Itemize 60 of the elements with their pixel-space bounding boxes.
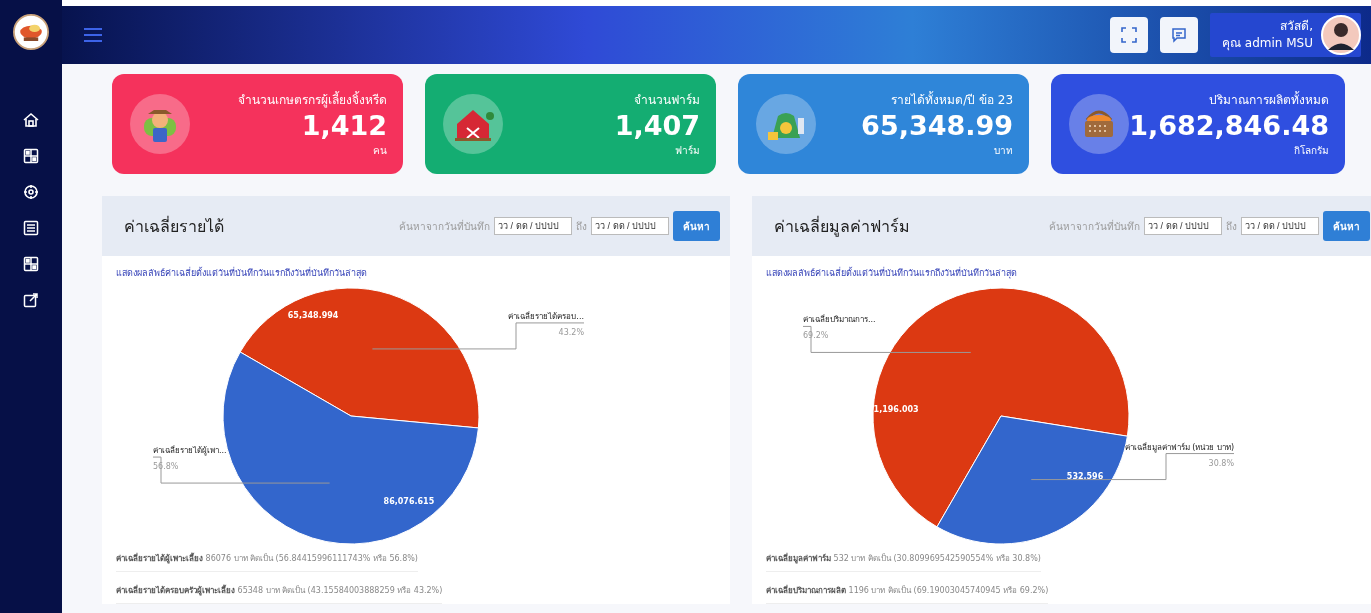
to-label: ถึง (1226, 219, 1237, 234)
date-field[interactable]: วว / ดด / ปปปป (1144, 217, 1222, 235)
slice-value-label: 532.596 (1066, 471, 1104, 481)
basket-icon (1069, 94, 1130, 154)
settings-icon[interactable] (23, 184, 39, 200)
user-panel[interactable]: สวัสดี, คุณ admin MSU (1210, 13, 1361, 57)
fullscreen-button[interactable] (1110, 17, 1148, 53)
export-icon[interactable] (23, 292, 39, 308)
search-button[interactable]: ค้นหา (673, 211, 720, 241)
avatar-icon[interactable] (1321, 15, 1361, 55)
search-button[interactable]: ค้นหา (1323, 211, 1370, 241)
date-field[interactable]: วว / ดด / ปปปป (591, 217, 669, 235)
chat-button[interactable] (1160, 17, 1198, 53)
list-icon[interactable] (23, 220, 39, 236)
farmer-icon (130, 94, 190, 154)
card-unit: ฟาร์ม (675, 144, 701, 158)
card-unit: คน (373, 144, 388, 158)
menu-icon[interactable] (84, 28, 102, 42)
card-value: 1,412 (301, 109, 388, 143)
chart-subtitle: แสดงผลลัพธ์ค่าเฉลี่ยตั้งแต่วันที่บันทึกวันแรกถึงวันที่บันทึกวันล่าสุด (766, 266, 1018, 280)
card-label: จำนวนเกษตรกรผู้เลี้ยงจิ้งหรีด (238, 90, 388, 109)
slice-percent-label: 30.8% (1208, 458, 1234, 468)
money-bag-icon (756, 94, 817, 154)
grid-icon[interactable] (23, 256, 39, 272)
greeting-text: สวัสดี, (1280, 18, 1313, 35)
card-label: รายได้ทั้งหมด/ปี ข้อ 23 (891, 90, 1014, 109)
chart-subtitle: แสดงผลลัพธ์ค่าเฉลี่ยตั้งแต่วันที่บันทึกวันแรกถึงวันที่บันทึกวันล่าสุด (116, 266, 368, 280)
summary-text: ค่าเฉลี่ยปริมาณการผลิต 1196 บาท คิดเป็น (69.19003045740945 หรือ 69.2%) (766, 584, 1049, 604)
panel-title: ค่าเฉลี่ยรายได้ (124, 215, 224, 238)
slice-value-label: 65,348.994 (287, 311, 339, 321)
summary-text: ค่าเฉลี่ยรายได้ผู้เพาะเลี้ยง 86076 บาท คิดเป็น (56.84415996111743% หรือ 56.8%) (116, 552, 418, 572)
panel-title: ค่าเฉลี่ยมูลค่าฟาร์ม (774, 215, 910, 239)
barn-icon (443, 94, 504, 154)
slice-value-label: 1,196.003 (873, 404, 919, 414)
card-value: 1,682,846.48 (1129, 109, 1329, 143)
summary-text: ค่าเฉลี่ยรายได้ครอบครัวผู้เพาะเลี้ยง 65348 บาท คิดเป็น (43.15584003888259 หรือ 43.2%) (116, 584, 443, 604)
slice-category-label: ค่าเฉลี่ยมูลค่าฟาร์ม (หน่วย บาท) (1124, 442, 1234, 452)
grid-icon[interactable] (23, 148, 39, 164)
card-label: จำนวนฟาร์ม (634, 92, 701, 109)
logo-icon (13, 14, 49, 50)
summary-text: ค่าเฉลี่ยมูลค่าฟาร์ม 532 บาท คิดเป็น (30.809969542590554% หรือ 30.8%) (766, 552, 1041, 572)
date-field[interactable]: วว / ดด / ปปปป (1241, 217, 1319, 235)
card-unit: บาท (994, 144, 1014, 158)
date-field[interactable]: วว / ดด / ปปปป (494, 217, 572, 235)
card-label: ปริมาณการผลิตทั้งหมด (1209, 90, 1329, 109)
card-value: 65,348.99 (861, 109, 1014, 143)
search-label: ค้นหาจากวันที่บันทึก (399, 218, 490, 234)
slice-value-label: 86,076.615 (383, 496, 435, 506)
user-name: คุณ admin MSU (1222, 35, 1313, 52)
slice-percent-label: 43.2% (558, 327, 584, 337)
slice-category-label: ค่าเฉลี่ยรายได้ผู้เพา... (153, 446, 227, 456)
slice-category-label: ค่าเฉลี่ยรายได้ครอบ... (508, 311, 584, 321)
slice-category-label: ค่าเฉลี่ยปริมาณการ... (803, 315, 876, 325)
to-label: ถึง (576, 219, 587, 234)
fullscreen-icon (1121, 27, 1137, 43)
chat-icon (1171, 27, 1187, 43)
card-unit: กิโลกรัม (1294, 144, 1329, 158)
card-value: 1,407 (614, 109, 701, 143)
search-label: ค้นหาจากวันที่บันทึก (1049, 218, 1140, 234)
home-icon[interactable] (23, 112, 39, 128)
